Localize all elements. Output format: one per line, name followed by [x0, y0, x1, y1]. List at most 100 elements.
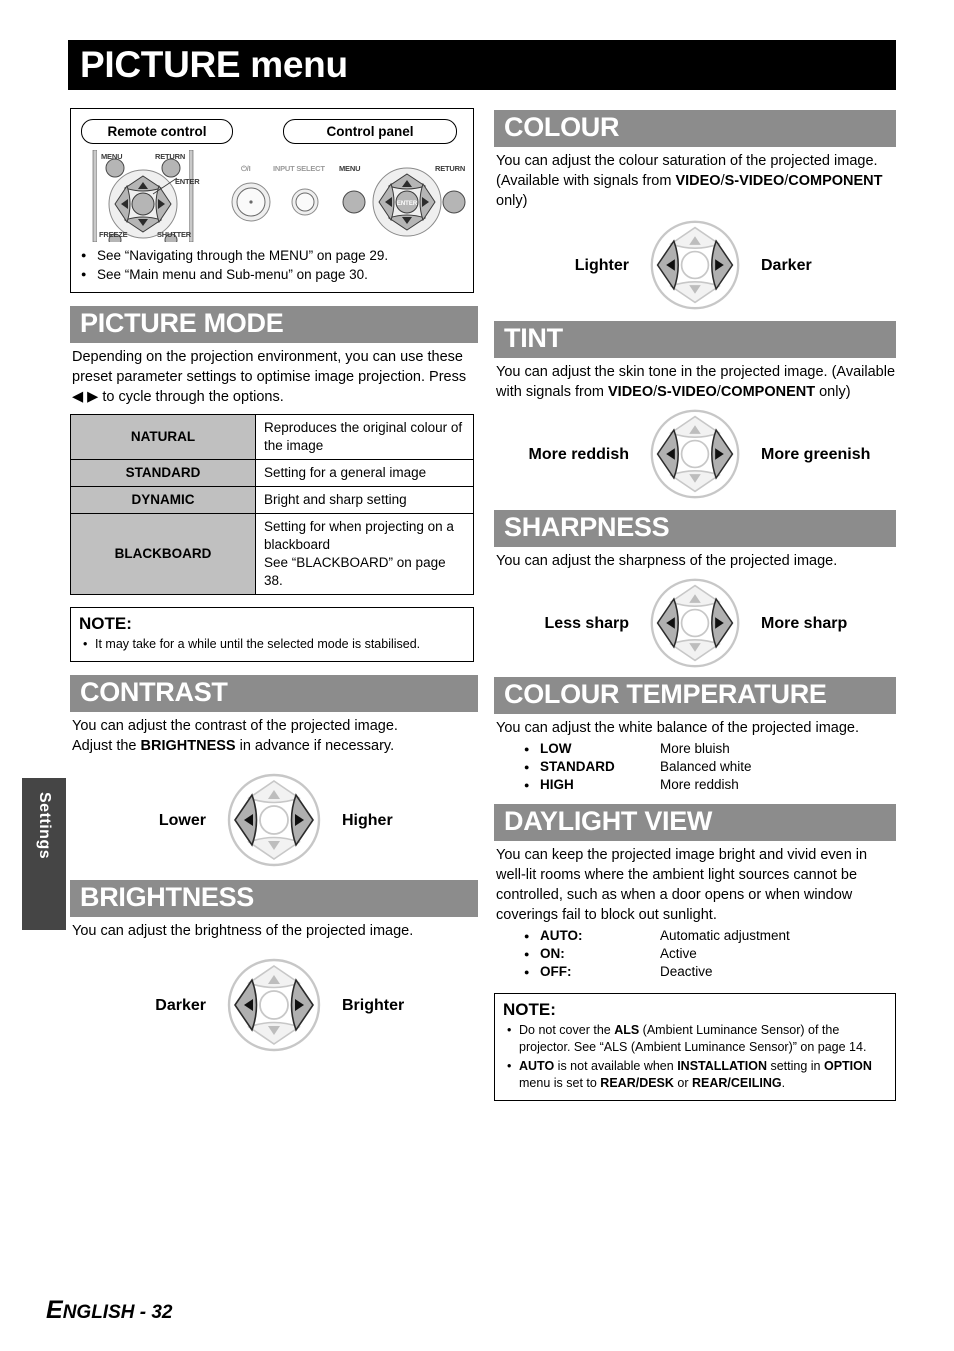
remote-control-pill: Remote control	[81, 119, 233, 144]
footer-language: ENGLISH	[46, 1296, 135, 1324]
note-auto: AUTO	[519, 1059, 555, 1073]
note-item: Do not cover the ALS (Ambient Luminance …	[503, 1022, 887, 1056]
list-item: HIGH More reddish	[494, 776, 896, 794]
option-desc: Active	[660, 946, 697, 961]
section-header-picture-mode: PICTURE MODE	[70, 306, 478, 343]
note-rear-ceiling: REAR/CEILING	[691, 1076, 782, 1090]
note-title: NOTE:	[79, 614, 132, 633]
panel-return-label: RETURN	[435, 164, 466, 173]
note-option: OPTION	[823, 1059, 872, 1073]
hardware-illustrations: MENU RETURN ENTER FREEZE SHUTTER ENTER ⏻…	[81, 150, 466, 242]
hardware-reference-box: Remote control Control panel MENU RETURN…	[70, 108, 474, 293]
sharpness-right-label: More sharp	[761, 614, 848, 632]
note-title: NOTE:	[503, 1000, 556, 1019]
remote-control-svg	[92, 150, 194, 242]
panel-input-select-label: INPUT SELECT	[273, 164, 325, 173]
table-cell-mode: BLACKBOARD	[70, 513, 256, 595]
footer-page-number: 32	[151, 1302, 173, 1323]
colour-svideo: S-VIDEO	[724, 173, 785, 189]
section-header-contrast: CONTRAST	[70, 675, 478, 712]
table-cell-desc: Setting for when projecting on a blackbo…	[255, 513, 474, 595]
table-cell-desc: Setting for a general image	[255, 459, 474, 487]
option-term: ON:	[540, 946, 565, 961]
option-term: OFF:	[540, 964, 572, 979]
tint-component: COMPONENT	[720, 384, 816, 400]
tint-right-label: More greenish	[761, 445, 871, 463]
contrast-body-2-post: in advance if necessary.	[235, 738, 395, 754]
note-list: It may take for a while until the select…	[79, 636, 465, 653]
tint-left-label: More reddish	[528, 445, 629, 463]
table-cell-mode: DYNAMIC	[70, 486, 256, 514]
picture-mode-table: NATURAL Reproduces the original colour o…	[70, 414, 474, 595]
hardware-references: See “Navigating through the MENU” on pag…	[81, 246, 463, 284]
option-desc: More reddish	[660, 777, 739, 792]
remote-control-illustration: MENU RETURN ENTER FREEZE SHUTTER	[89, 150, 209, 242]
contrast-left-label: Lower	[158, 811, 206, 829]
brightness-right-label: Brighter	[342, 996, 405, 1014]
section-header-tint: TINT	[494, 321, 896, 358]
page-title-bar: PICTURE menu	[68, 40, 896, 90]
manual-page: Settings PICTURE menu Remote control Con…	[0, 0, 954, 1351]
dpad-icon[interactable]	[224, 770, 324, 870]
colour-dpad-row: Lighter Darker	[494, 217, 896, 313]
colour-right-label: Darker	[761, 256, 812, 274]
hardware-tabs: Remote control Control panel	[81, 119, 463, 144]
colour-body-post: only)	[496, 193, 528, 209]
sharpness-left-label: Less sharp	[544, 614, 629, 632]
option-term: STANDARD	[540, 759, 615, 774]
option-desc: Deactive	[660, 964, 713, 979]
list-item: AUTO: Automatic adjustment	[494, 927, 896, 945]
table-row: DYNAMIC Bright and sharp setting	[70, 486, 474, 514]
reference-item: See “Main menu and Sub-menu” on page 30.	[81, 265, 463, 284]
contrast-body-2: Adjust the BRIGHTNESS in advance if nece…	[72, 736, 478, 756]
colour-video: VIDEO	[675, 173, 721, 189]
tint-video: VIDEO	[608, 384, 654, 400]
right-column: COLOUR You can adjust the colour saturat…	[494, 110, 896, 1101]
section-header-brightness: BRIGHTNESS	[70, 880, 478, 917]
option-term: LOW	[540, 741, 572, 756]
reference-item: See “Navigating through the MENU” on pag…	[81, 246, 463, 265]
note-rear-desk: REAR/DESK	[600, 1076, 674, 1090]
tint-dpad-row: More reddish More greenish	[494, 406, 896, 502]
contrast-body-1: You can adjust the contrast of the proje…	[72, 718, 398, 734]
page-footer: ENGLISH - 32	[46, 1296, 173, 1325]
list-item: STANDARD Balanced white	[494, 758, 896, 776]
colour-component: COMPONENT	[788, 173, 883, 189]
page-title: PICTURE menu	[80, 44, 348, 85]
note-text: setting in	[767, 1059, 824, 1073]
left-column: Remote control Control panel MENU RETURN…	[70, 108, 478, 1055]
colour-body: You can adjust the colour saturation of …	[496, 151, 896, 211]
dpad-icon[interactable]	[647, 217, 743, 313]
section-header-daylight-view: DAYLIGHT VIEW	[494, 804, 896, 841]
svg-text:ENTER: ENTER	[397, 201, 418, 207]
side-tab-label: Settings	[36, 792, 53, 860]
remote-enter-label: ENTER	[175, 177, 200, 186]
remote-freeze-label: FREEZE	[99, 230, 128, 239]
note-text: or	[673, 1076, 692, 1090]
section-header-colour: COLOUR	[494, 110, 896, 147]
option-term: HIGH	[540, 777, 574, 792]
colour-temperature-options: LOW More bluish STANDARD Balanced white HI…	[494, 740, 896, 794]
footer-separator: -	[134, 1302, 152, 1323]
option-desc: Balanced white	[660, 759, 752, 774]
daylight-view-body: You can keep the projected image bright …	[496, 847, 868, 923]
note-item: AUTO is not available when INSTALLATION …	[503, 1058, 887, 1092]
table-cell-mode: NATURAL	[70, 414, 256, 460]
brightness-dpad-row: Darker Brighter	[70, 955, 478, 1055]
list-item: LOW More bluish	[494, 740, 896, 758]
table-row: NATURAL Reproduces the original colour o…	[70, 414, 474, 460]
table-row: BLACKBOARD Setting for when projecting o…	[70, 513, 474, 595]
dpad-icon[interactable]	[224, 955, 324, 1055]
option-term: AUTO:	[540, 928, 583, 943]
remote-menu-label: MENU	[101, 152, 123, 161]
sharpness-body: You can adjust the sharpness of the proj…	[496, 553, 838, 569]
tint-body-post: only)	[815, 384, 851, 400]
dpad-icon[interactable]	[647, 406, 743, 502]
note-box-picture-mode: NOTE: It may take for a while until the …	[70, 607, 474, 662]
control-panel-pill: Control panel	[283, 119, 457, 144]
table-cell-desc: Reproduces the original colour of the im…	[255, 414, 474, 460]
dpad-icon[interactable]	[647, 575, 743, 671]
note-box-daylight-view: NOTE: Do not cover the ALS (Ambient Lumi…	[494, 993, 896, 1101]
note-text: .	[781, 1076, 786, 1090]
panel-menu-label: MENU	[339, 164, 361, 173]
